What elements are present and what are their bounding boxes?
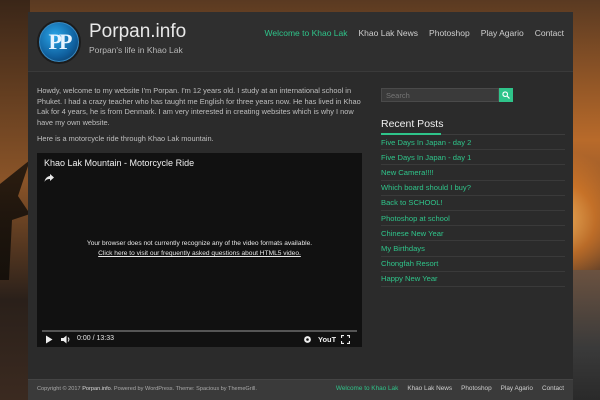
post-link[interactable]: Five Days In Japan - day 1 [381, 153, 471, 162]
nav-item-khao-lak-news[interactable]: Khao Lak News [359, 28, 419, 38]
post-link[interactable]: Chongfah Resort [381, 259, 438, 268]
volume-icon[interactable] [61, 335, 71, 344]
intro-paragraph: Howdy, welcome to my website I'm Porpan.… [37, 86, 361, 127]
video-controls: 0:00 / 13:33 YouTube [37, 334, 362, 347]
list-item: My Birthdays [381, 241, 565, 257]
search-input[interactable] [381, 88, 499, 102]
settings-gear-icon[interactable] [303, 335, 312, 344]
site-title[interactable]: Porpan.info [89, 21, 186, 43]
post-link[interactable]: Back to SCHOOL! [381, 198, 443, 207]
list-item: Five Days In Japan - day 2 [381, 135, 565, 151]
post-link[interactable]: New Camera!!!! [381, 168, 434, 177]
search-button[interactable] [499, 88, 513, 102]
post-link[interactable]: Chinese New Year [381, 229, 443, 238]
fullscreen-icon[interactable] [341, 335, 350, 344]
copyright-prefix: Copyright © 2017 [37, 386, 81, 392]
search-icon [502, 91, 510, 99]
nav-item-play-agario[interactable]: Play Agario [481, 28, 524, 38]
play-icon[interactable] [45, 335, 53, 344]
post-link[interactable]: Photoshop at school [381, 214, 450, 223]
list-item: New Camera!!!! [381, 165, 565, 181]
nav-item-welcome[interactable]: Welcome to Khao Lak [265, 28, 348, 38]
list-item: Five Days In Japan - day 1 [381, 150, 565, 166]
site-logo[interactable]: PP [37, 20, 81, 64]
site-container: PP Porpan.info Porpan's life in Khao Lak… [28, 12, 573, 400]
list-item: Back to SCHOOL! [381, 196, 565, 211]
video-progress-bar[interactable] [42, 330, 357, 332]
main-content: Howdy, welcome to my website I'm Porpan.… [37, 86, 362, 151]
lead-paragraph: Here is a motorcycle ride through Khao L… [37, 134, 214, 143]
post-link[interactable]: My Birthdays [381, 244, 425, 253]
background-sea [570, 270, 600, 400]
list-item: Happy New Year [381, 272, 565, 287]
list-item: Which board should I buy? [381, 181, 565, 196]
share-icon[interactable] [44, 173, 54, 183]
video-title[interactable]: Khao Lak Mountain - Motorcycle Ride [44, 158, 194, 168]
list-item: Chongfah Resort [381, 257, 565, 272]
list-item: Photoshop at school [381, 211, 565, 227]
copyright-site-link[interactable]: Porpan.info [82, 386, 111, 392]
video-format-message: Your browser does not currently recogniz… [86, 240, 313, 247]
video-error-message: Your browser does not currently recogniz… [37, 239, 362, 259]
footer-navigation: Welcome to Khao Lak Khao Lak News Photos… [327, 385, 564, 392]
list-item: Chinese New Year [381, 226, 565, 242]
footer-nav-play-agario[interactable]: Play Agario [501, 385, 533, 392]
footer-nav-khao-lak-news[interactable]: Khao Lak News [407, 385, 452, 392]
main-navigation: Welcome to Khao Lak Khao Lak News Photos… [254, 28, 565, 38]
copyright-suffix: . Powered by WordPress. Theme: Spacious … [110, 386, 257, 392]
recent-posts-title: Recent Posts [381, 118, 444, 130]
video-time: 0:00 / 13:33 [77, 335, 114, 342]
youtube-brand-text: YouTube [318, 335, 336, 344]
video-player[interactable]: Khao Lak Mountain - Motorcycle Ride Your… [37, 153, 362, 347]
nav-item-photoshop[interactable]: Photoshop [429, 28, 470, 38]
footer-nav-photoshop[interactable]: Photoshop [461, 385, 492, 392]
copyright-text: Copyright © 2017 Porpan.info. Powered by… [37, 386, 257, 392]
youtube-logo[interactable]: YouTube [318, 334, 336, 344]
post-link[interactable]: Happy New Year [381, 274, 438, 283]
html5-faq-link[interactable]: Click here to visit our frequently asked… [37, 249, 362, 259]
site-tagline: Porpan's life in Khao Lak [89, 45, 183, 55]
post-link[interactable]: Which board should I buy? [381, 183, 471, 192]
recent-posts-list: Five Days In Japan - day 2 Five Days In … [381, 135, 565, 287]
site-footer: Copyright © 2017 Porpan.info. Powered by… [28, 379, 573, 400]
footer-nav-contact[interactable]: Contact [542, 385, 564, 392]
post-link[interactable]: Five Days In Japan - day 2 [381, 138, 471, 147]
nav-item-contact[interactable]: Contact [535, 28, 564, 38]
site-header: PP Porpan.info Porpan's life in Khao Lak… [28, 12, 573, 72]
footer-nav-welcome[interactable]: Welcome to Khao Lak [336, 385, 398, 392]
